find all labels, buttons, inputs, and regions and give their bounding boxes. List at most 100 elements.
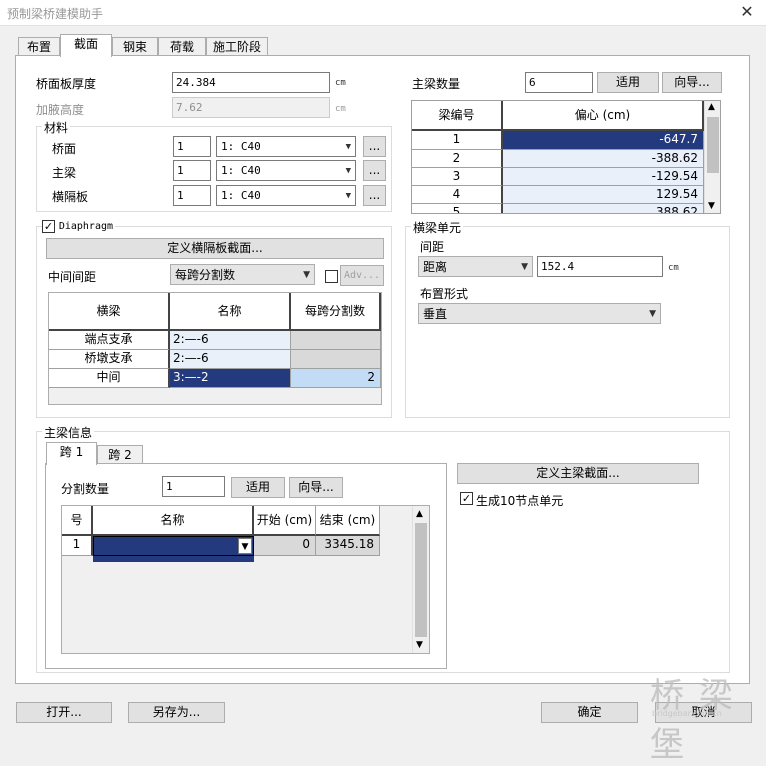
- spacing-label: 间距: [420, 240, 445, 254]
- ok-button[interactable]: 确定: [541, 702, 638, 723]
- haunch-height-input[interactable]: 7.62: [172, 97, 330, 118]
- chevron-down-icon[interactable]: ▼: [238, 538, 252, 554]
- material-girder-label: 主梁: [52, 166, 77, 180]
- layout-form-label: 布置形式: [420, 287, 469, 301]
- material-diaphragm-combo-value: 1: C40: [221, 189, 261, 202]
- diaphragm-header-name: 名称: [170, 293, 291, 331]
- chevron-down-icon[interactable]: ▼: [416, 640, 423, 650]
- diaphragm-name-cell-selected[interactable]: 3:—-2: [170, 369, 291, 388]
- gen10-label: 生成10节点单元: [476, 494, 564, 508]
- girder-offset-cell[interactable]: 129.54: [503, 186, 704, 204]
- material-diaphragm-label: 横隔板: [52, 190, 89, 204]
- table-row-pier-support: 桥墩支承: [49, 350, 170, 369]
- cross-beam-group-label: 横梁单元: [411, 219, 464, 236]
- diaphragm-checkbox-row: ✓ Diaphragm: [42, 219, 116, 233]
- close-icon[interactable]: ✕: [738, 3, 756, 21]
- girder-offset-cell[interactable]: -129.54: [503, 168, 704, 186]
- material-diaphragm-number[interactable]: 1: [173, 185, 211, 206]
- tab-tendon[interactable]: 钢束: [112, 37, 158, 57]
- gen10-checkbox[interactable]: ✓: [460, 492, 473, 505]
- deck-thickness-unit: cm: [335, 78, 346, 88]
- material-deck-combo[interactable]: 1: C40 ▼: [216, 136, 356, 157]
- diaphragm-checkbox-label: Diaphragm: [58, 221, 114, 232]
- table-row: 2: [412, 150, 503, 168]
- segment-name-combo[interactable]: ▼: [93, 536, 254, 556]
- chevron-down-icon[interactable]: ▼: [708, 201, 715, 211]
- material-group-label: 材料: [42, 119, 71, 136]
- title-bar: [0, 0, 766, 26]
- spacing-type-combo[interactable]: 距离 ▼: [418, 256, 533, 277]
- girder-apply-button[interactable]: 适用: [597, 72, 659, 93]
- table-row: 3: [412, 168, 503, 186]
- layout-form-combo[interactable]: 垂直 ▼: [418, 303, 661, 324]
- material-diaphragm-browse-button[interactable]: ...: [363, 185, 386, 206]
- girder-offset-table: 梁编号 偏心 (cm) 1 -647.7 2 -388.62 3 -129.54…: [411, 100, 721, 214]
- spacing-type-value: 距离: [423, 260, 448, 274]
- adv-button[interactable]: Adv...: [340, 265, 384, 286]
- diaphragm-checkbox[interactable]: ✓: [42, 220, 55, 233]
- table-row: 5: [412, 204, 503, 213]
- spacing-unit: cm: [668, 263, 679, 273]
- table-row-middle: 中间: [49, 369, 170, 388]
- girder-table-scrollbar[interactable]: ▲ ▼: [704, 101, 720, 213]
- table-row: 4: [412, 186, 503, 204]
- window-title: 预制梁桥建模助手: [7, 7, 104, 21]
- diaphragm-name-cell[interactable]: 2:—-6: [170, 331, 291, 350]
- segment-start-cell: 0: [254, 536, 316, 556]
- deck-thickness-label: 桥面板厚度: [36, 77, 97, 91]
- girder-header-id: 梁编号: [412, 101, 503, 131]
- tab-load[interactable]: 荷载: [158, 37, 206, 57]
- scrollbar-thumb[interactable]: [707, 117, 719, 173]
- table-row: 1: [62, 536, 93, 556]
- segment-table-scrollbar[interactable]: ▲ ▼: [412, 506, 429, 653]
- define-girder-section-button[interactable]: 定义主梁截面...: [457, 463, 699, 484]
- diaphragm-divisions-cell-middle[interactable]: 2: [291, 369, 381, 388]
- spacing-value-input[interactable]: 152.4: [537, 256, 663, 277]
- span-tab-2[interactable]: 跨 2: [97, 445, 143, 465]
- segment-header-no: 号: [62, 506, 93, 536]
- girder-offset-cell[interactable]: -388.62: [503, 150, 704, 168]
- girder-offset-cell-selected[interactable]: -647.7: [503, 131, 704, 150]
- adv-checkbox[interactable]: [325, 270, 338, 283]
- scrollbar-thumb[interactable]: [415, 523, 427, 637]
- diaphragm-name-cell[interactable]: 2:—-6: [170, 350, 291, 369]
- divisions-apply-button[interactable]: 适用: [231, 477, 285, 498]
- chevron-up-icon[interactable]: ▲: [416, 509, 423, 519]
- girder-wizard-button[interactable]: 向导...: [662, 72, 722, 93]
- mid-spacing-combo[interactable]: 每跨分割数 ▼: [170, 264, 315, 285]
- material-girder-number[interactable]: 1: [173, 160, 211, 181]
- span-tab-1[interactable]: 跨 1: [46, 442, 97, 465]
- material-girder-combo[interactable]: 1: C40 ▼: [216, 160, 356, 181]
- material-deck-browse-button[interactable]: ...: [363, 136, 386, 157]
- material-deck-number[interactable]: 1: [173, 136, 211, 157]
- layout-form-value: 垂直: [423, 307, 448, 321]
- segment-end-cell: 3345.18: [316, 536, 380, 556]
- girder-count-input[interactable]: 6: [525, 72, 593, 93]
- diaphragm-divisions-cell: [291, 350, 381, 369]
- save-as-button[interactable]: 另存为...: [128, 702, 225, 723]
- divisions-input[interactable]: 1: [162, 476, 225, 497]
- open-button[interactable]: 打开...: [16, 702, 112, 723]
- watermark-url: bridgebar.com.cn: [652, 709, 722, 718]
- tab-layout[interactable]: 布置: [18, 37, 60, 57]
- divisions-label: 分割数量: [61, 482, 110, 496]
- girder-offset-cell[interactable]: 388.62: [503, 204, 704, 213]
- material-diaphragm-combo[interactable]: 1: C40 ▼: [216, 185, 356, 206]
- haunch-height-label: 加腋高度: [36, 103, 85, 117]
- table-row-end-support: 端点支承: [49, 331, 170, 350]
- chevron-down-icon: ▼: [345, 142, 351, 152]
- deck-thickness-input[interactable]: 24.384: [172, 72, 330, 93]
- girder-header-offset: 偏心 (cm): [503, 101, 704, 131]
- material-girder-combo-value: 1: C40: [221, 164, 261, 177]
- girder-info-group-label: 主梁信息: [42, 424, 95, 441]
- tab-construction-stage[interactable]: 施工阶段: [206, 37, 268, 57]
- define-diaphragm-section-button[interactable]: 定义横隔板截面...: [46, 238, 384, 259]
- material-girder-browse-button[interactable]: ...: [363, 160, 386, 181]
- tab-section[interactable]: 截面: [60, 34, 112, 57]
- divisions-wizard-button[interactable]: 向导...: [289, 477, 343, 498]
- haunch-height-unit: cm: [335, 104, 346, 114]
- segment-header-start: 开始 (cm): [254, 506, 316, 536]
- table-row: 1: [412, 131, 503, 150]
- chevron-down-icon: ▼: [521, 262, 528, 272]
- chevron-up-icon[interactable]: ▲: [708, 102, 715, 112]
